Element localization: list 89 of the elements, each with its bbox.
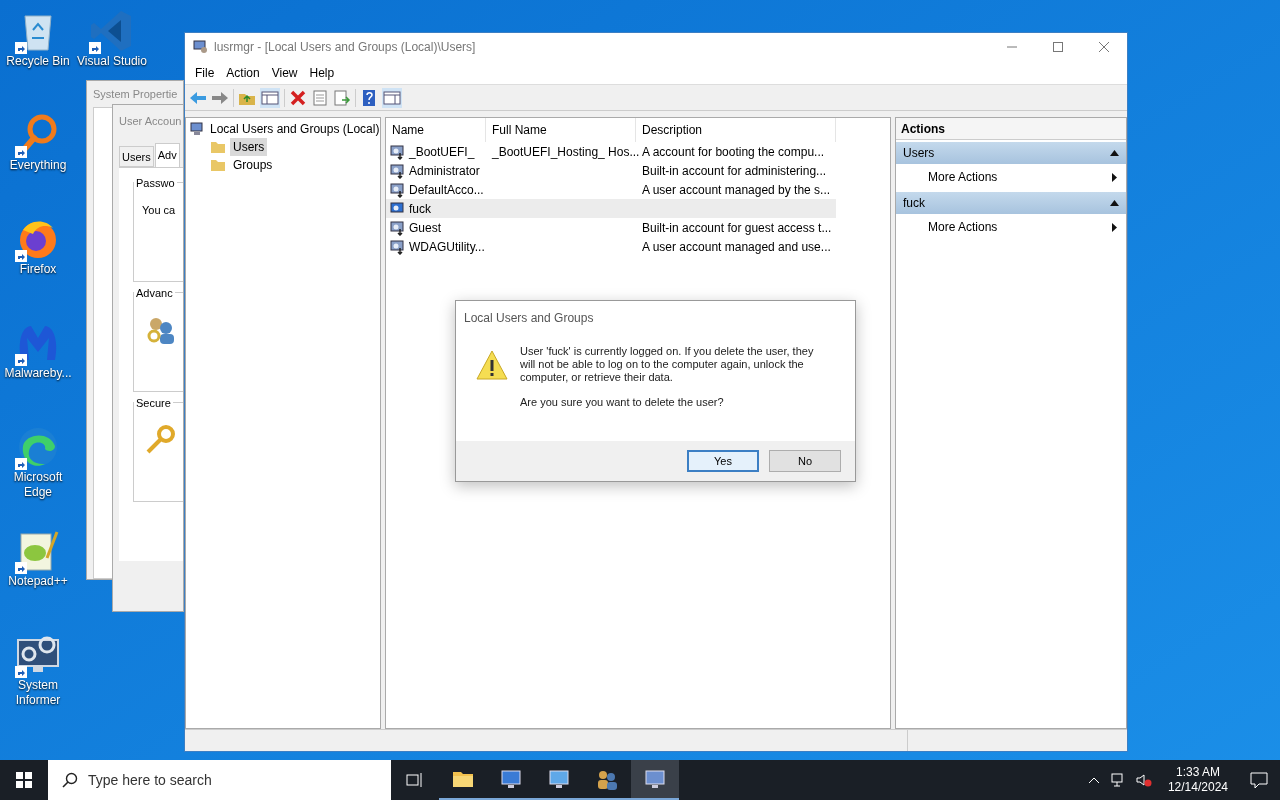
- pane-title: Actions: [896, 118, 1126, 140]
- dialog-question: Are you sure you want to delete the user?: [520, 396, 725, 409]
- collapse-caret-icon: [1110, 200, 1119, 206]
- table-cell: A account for booting the compu...: [642, 144, 825, 159]
- back-arrow-icon[interactable]: [189, 89, 207, 106]
- section-header[interactable]: Users: [896, 142, 1126, 164]
- tree-item[interactable]: Groups: [230, 156, 276, 174]
- table-cell: A user account managed and use...: [642, 239, 831, 254]
- submenu-caret-icon: [1112, 172, 1117, 182]
- user-account-icon: [390, 181, 406, 198]
- desktop-icon-label[interactable]: Microsoft Edge: [0, 470, 76, 500]
- maximize-icon: [1053, 42, 1063, 52]
- tree-item[interactable]: Local Users and Groups (Local): [210, 120, 380, 138]
- collapse-caret-icon: [1110, 150, 1119, 156]
- desktop-icon-label[interactable]: Notepad++: [0, 574, 76, 589]
- taskbar-app[interactable]: [631, 760, 679, 800]
- table-cell-text: WDAGUtility...: [409, 238, 485, 256]
- menu-item[interactable]: Help: [303, 63, 341, 82]
- table-cell: Built-in account for guest access t...: [642, 220, 832, 235]
- action-pane-icon[interactable]: [382, 87, 402, 108]
- computer-users-icon: [193, 39, 209, 55]
- table-cell-text: DefaultAcco...: [409, 181, 484, 199]
- section-header[interactable]: fuck: [896, 192, 1126, 214]
- search-icon: [62, 772, 78, 788]
- window-title: System Propertie: [92, 87, 178, 102]
- tree-item[interactable]: Users: [230, 138, 268, 156]
- tab[interactable]: Users: [119, 146, 154, 167]
- desktop-icon-label[interactable]: System Informer: [0, 678, 76, 708]
- computer-icon: [499, 767, 523, 791]
- body-text: You ca: [142, 202, 176, 218]
- console-tree-icon[interactable]: [260, 87, 280, 108]
- table-cell: A user account managed by the s...: [642, 182, 831, 197]
- help-icon[interactable]: [360, 88, 378, 107]
- key-icon: [144, 423, 176, 456]
- user-account-icon: [390, 143, 406, 160]
- section-title: Users: [903, 145, 935, 162]
- table-cell: Built-in account for administering...: [642, 163, 827, 178]
- desktop-icon-label[interactable]: Everything: [0, 158, 76, 173]
- action-item[interactable]: More Actions: [896, 164, 1126, 190]
- dialog-message: User 'fuck' is currently logged on. If you delete the user, they will not be able to log on to the computer again, unlock the computer, or retrieve their data.: [520, 345, 815, 384]
- action-label: More Actions: [928, 219, 998, 236]
- dialog-button[interactable]: No: [769, 450, 841, 472]
- table-cell: _BootUEFI_Hosting_ Hos...: [492, 144, 640, 159]
- dialog-button[interactable]: Yes: [687, 450, 759, 472]
- task-view-icon: [406, 772, 424, 788]
- search-field[interactable]: Type here to search: [48, 760, 391, 800]
- chevron-up-icon[interactable]: [1087, 776, 1100, 784]
- dialog-title: Local Users and Groups: [463, 310, 595, 327]
- computer-users-icon: [190, 121, 206, 137]
- folder-icon: [210, 158, 226, 172]
- column-header[interactable]: Name: [386, 118, 486, 142]
- table-cell-text: Guest: [409, 219, 441, 237]
- tab[interactable]: Adv: [154, 143, 180, 167]
- network-icon[interactable]: [1109, 772, 1126, 788]
- windows-logo-icon: [16, 772, 32, 788]
- clock-date[interactable]: 12/14/2024: [1167, 780, 1228, 795]
- desktop-icon-label[interactable]: Recycle Bin: [0, 54, 76, 69]
- section-title: fuck: [903, 195, 925, 212]
- menu-item[interactable]: View: [265, 63, 304, 82]
- menu-item[interactable]: Action: [220, 63, 266, 82]
- desktop-icon-label[interactable]: Visual Studio: [77, 54, 147, 69]
- desktop-icon-label[interactable]: Malwareby...: [0, 366, 76, 381]
- action-item[interactable]: More Actions: [896, 214, 1126, 240]
- window-title: User Accoun: [118, 114, 182, 129]
- speaker-muted-icon[interactable]: [1135, 772, 1152, 788]
- folder-icon: [210, 140, 226, 154]
- action-label: More Actions: [928, 169, 998, 186]
- submenu-caret-icon: [1112, 222, 1117, 232]
- menu-item[interactable]: File: [189, 63, 221, 82]
- window-title: lusrmgr - [Local Users and Groups (Local)\Users]: [214, 39, 476, 56]
- table-cell-text: _BootUEFI_: [409, 143, 475, 161]
- column-header[interactable]: Description: [636, 118, 836, 142]
- notification-icon[interactable]: [1250, 771, 1268, 789]
- desktop-icon-label[interactable]: Firefox: [0, 262, 76, 277]
- column-header[interactable]: Full Name: [486, 118, 636, 142]
- table-cell-text: fuck: [409, 200, 431, 218]
- export-list-icon[interactable]: [333, 88, 351, 107]
- table-row[interactable]: fuck: [386, 199, 836, 218]
- close-icon: [1099, 42, 1109, 52]
- user-account-icon: [390, 238, 406, 255]
- user-account-icon: [390, 219, 406, 236]
- user-account-icon: [390, 162, 406, 179]
- table-cell-text: Administrator: [409, 162, 480, 180]
- forward-arrow-icon[interactable]: [211, 89, 229, 106]
- clock-time[interactable]: 1:33 AM: [1175, 765, 1220, 780]
- warning-icon: [476, 349, 508, 381]
- user-manager-icon: [643, 767, 667, 791]
- control-panel-icon: [547, 767, 571, 791]
- delete-icon[interactable]: [289, 88, 307, 107]
